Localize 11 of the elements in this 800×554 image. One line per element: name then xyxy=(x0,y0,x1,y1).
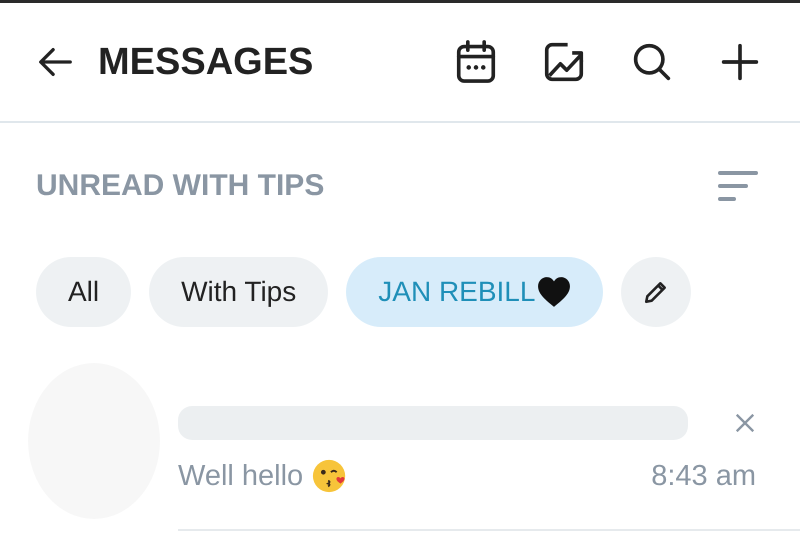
chart-icon[interactable] xyxy=(544,40,584,84)
message-time: 8:43 am xyxy=(651,460,756,492)
filter-chip[interactable]: With Tips xyxy=(149,257,328,327)
filter-chip[interactable]: All xyxy=(36,257,132,327)
section-title: UNREAD WITH TIPS xyxy=(36,169,324,203)
calendar-icon[interactable] xyxy=(456,40,496,84)
sort-icon[interactable] xyxy=(718,170,758,202)
page-title: MESSAGES xyxy=(98,40,314,84)
message-preview: Well hello xyxy=(178,460,304,492)
close-icon[interactable] xyxy=(734,412,756,434)
heart-icon xyxy=(537,276,572,308)
